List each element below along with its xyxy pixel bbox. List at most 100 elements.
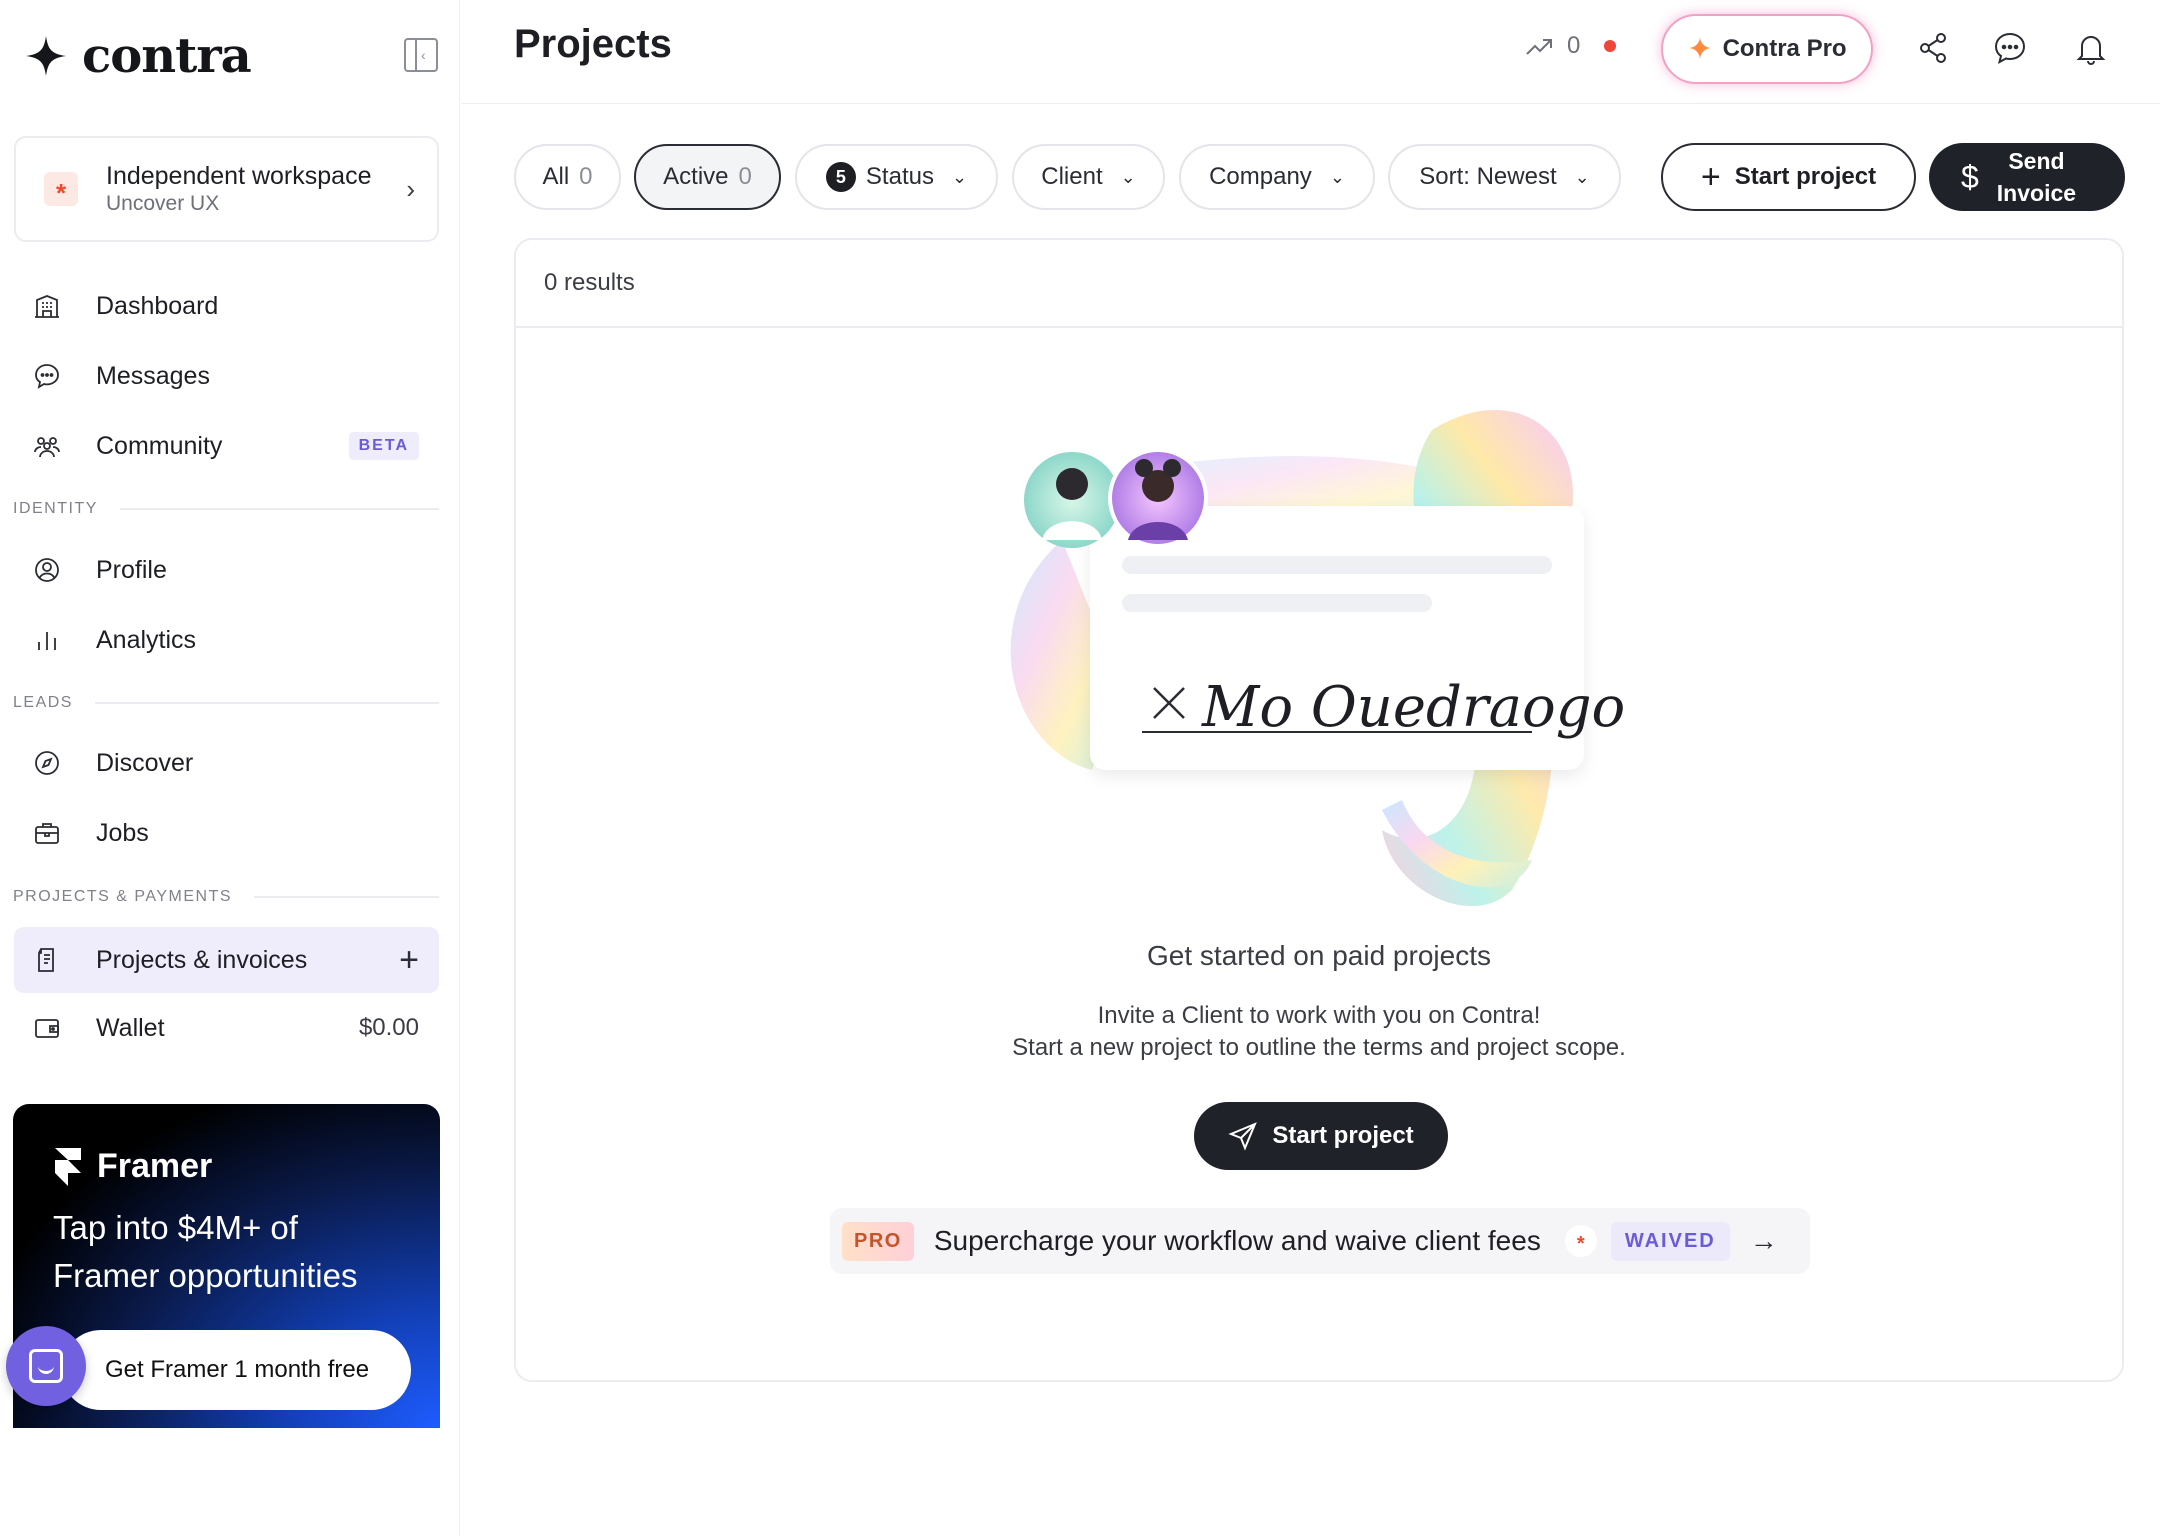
filter-all-count: 0 <box>579 163 593 190</box>
filter-client-dropdown[interactable]: Client ⌄ <box>1012 144 1165 210</box>
contra-pro-button[interactable]: ✦ Contra Pro <box>1661 14 1873 84</box>
brand-name: contra <box>82 28 252 84</box>
filter-all-label: All <box>542 163 570 190</box>
pro-upsell-text: Supercharge your workflow and waive clie… <box>933 1225 1541 1256</box>
filter-client-label: Client <box>1041 163 1103 190</box>
wallet-balance: $0.00 <box>358 1014 419 1041</box>
status-count-badge: 5 <box>825 162 856 192</box>
trend-indicator[interactable]: 0 <box>1525 32 1617 60</box>
chat-bubble-icon <box>32 361 62 391</box>
contra-logo[interactable]: contra <box>24 28 252 84</box>
chevron-down-icon: ⌄ <box>1329 166 1345 187</box>
compass-icon <box>32 748 62 778</box>
sidebar-item-projects[interactable]: Projects & invoices + <box>14 927 439 993</box>
sidebar-item-label: Projects & invoices <box>96 945 308 974</box>
support-chat-button[interactable] <box>6 1326 86 1406</box>
chevron-down-icon: ⌄ <box>1574 166 1590 187</box>
chevron-down-icon: ⌄ <box>951 166 968 187</box>
bell-icon[interactable] <box>2069 26 2113 70</box>
document-icon <box>32 945 62 975</box>
trend-count: 0 <box>1567 32 1581 59</box>
section-label-identity: IDENTITY <box>13 500 439 518</box>
filter-active-count: 0 <box>738 163 752 190</box>
user-circle-icon <box>32 555 62 585</box>
start-project-label: Start project <box>1272 1122 1414 1149</box>
workspace-title: Independent workspace <box>106 162 372 190</box>
section-label-leads: LEADS <box>13 694 439 712</box>
contract-signature-illustration: Mo Ouedraogo <box>1010 409 1625 907</box>
paper-plane-icon <box>1228 1122 1258 1151</box>
empty-start-project-button[interactable]: Start project <box>1194 1102 1448 1170</box>
sidebar-item-profile[interactable]: Profile <box>14 540 439 600</box>
filter-active[interactable]: Active 0 <box>634 144 781 210</box>
send-invoice-button[interactable]: $ Send Invoice <box>1929 143 2125 211</box>
add-project-icon[interactable]: + <box>399 943 419 977</box>
contra-star-icon <box>26 36 66 76</box>
notification-dot <box>1604 40 1617 52</box>
messages-icon[interactable] <box>1988 26 2032 70</box>
filter-status-label: Status <box>865 163 934 190</box>
sidebar-item-label: Wallet <box>96 1013 165 1042</box>
framer-free-month-button[interactable]: Get Framer 1 month free <box>61 1330 411 1410</box>
filter-company-dropdown[interactable]: Company ⌄ <box>1179 144 1375 210</box>
sidebar-item-community[interactable]: Community BETA <box>14 416 439 476</box>
sidebar-item-label: Analytics <box>96 625 197 654</box>
trending-up-icon <box>1526 39 1552 55</box>
filter-all[interactable]: All 0 <box>514 144 621 210</box>
pro-upsell-banner[interactable]: PRO Supercharge your workflow and waive … <box>830 1208 1810 1274</box>
page-title: Projects <box>514 22 672 66</box>
sidebar: contra ‹ * Independent workspace Uncover… <box>0 0 460 1536</box>
dollar-icon: $ <box>1961 158 1979 195</box>
signature-text: Mo Ouedraogo <box>1201 675 1625 740</box>
top-header: Projects 0 ✦ Contra Pro <box>461 0 2160 104</box>
sidebar-item-label: Messages <box>96 361 210 390</box>
sidebar-item-messages[interactable]: Messages <box>14 346 439 406</box>
plus-icon: + <box>1700 158 1721 196</box>
empty-desc-line1: Invite a Client to work with you on Cont… <box>1097 1002 1541 1029</box>
workspace-switcher[interactable]: * Independent workspace Uncover UX › <box>14 136 439 242</box>
chevron-down-icon: ⌄ <box>1120 166 1136 187</box>
beta-badge: BETA <box>348 432 419 460</box>
sidebar-item-discover[interactable]: Discover <box>14 733 439 793</box>
sort-dropdown[interactable]: Sort: Newest ⌄ <box>1388 144 1621 210</box>
sidebar-item-label: Jobs <box>96 818 149 847</box>
contra-star-badge: * <box>1564 1225 1597 1257</box>
collapse-sidebar-icon[interactable]: ‹ <box>404 38 438 72</box>
chevron-right-icon: › <box>406 174 415 204</box>
framer-brand: Framer <box>97 1146 213 1185</box>
section-label-projects: PROJECTS & PAYMENTS <box>13 888 439 906</box>
sort-label: Sort: Newest <box>1419 163 1557 190</box>
pro-tag: PRO <box>842 1221 914 1261</box>
sidebar-item-analytics[interactable]: Analytics <box>14 610 439 670</box>
empty-state-title: Get started on paid projects <box>1147 940 1491 971</box>
sidebar-item-label: Discover <box>96 748 194 777</box>
start-project-label: Start project <box>1734 163 1877 190</box>
workspace-avatar: * <box>44 172 78 206</box>
waived-badge: WAIVED <box>1610 1221 1730 1261</box>
send-invoice-line2: Invoice <box>1996 180 2077 206</box>
filter-active-label: Active <box>663 163 729 190</box>
filter-status-dropdown[interactable]: 5 Status ⌄ <box>795 144 998 210</box>
wallet-icon <box>32 1013 62 1043</box>
filter-company-label: Company <box>1209 163 1312 190</box>
contra-pro-label: Contra Pro <box>1722 35 1847 62</box>
sidebar-item-dashboard[interactable]: Dashboard <box>14 276 439 336</box>
sidebar-item-jobs[interactable]: Jobs <box>14 803 439 863</box>
send-invoice-label: Send Invoice <box>1997 145 2076 209</box>
briefcase-icon <box>32 818 62 848</box>
sidebar-item-label: Dashboard <box>96 291 219 320</box>
results-panel: 0 results Mo Ouedraogo Get started on pa… <box>514 238 2124 1382</box>
send-invoice-line1: Send <box>2008 148 2065 174</box>
results-count: 0 results <box>516 240 2122 328</box>
chat-icon <box>29 1349 63 1383</box>
building-icon <box>32 291 62 321</box>
share-icon[interactable] <box>1911 26 1955 70</box>
sidebar-item-wallet[interactable]: Wallet $0.00 <box>14 998 439 1058</box>
sparkle-icon: ✦ <box>1687 32 1713 66</box>
workspace-subtitle: Uncover UX <box>106 192 220 215</box>
empty-desc-line2: Start a new project to outline the terms… <box>1012 1034 1626 1061</box>
empty-state-description: Invite a Client to work with you on Cont… <box>516 1000 2122 1064</box>
bar-chart-icon <box>32 625 62 655</box>
sidebar-item-label: Profile <box>96 555 167 584</box>
start-project-button[interactable]: + Start project <box>1661 143 1916 211</box>
